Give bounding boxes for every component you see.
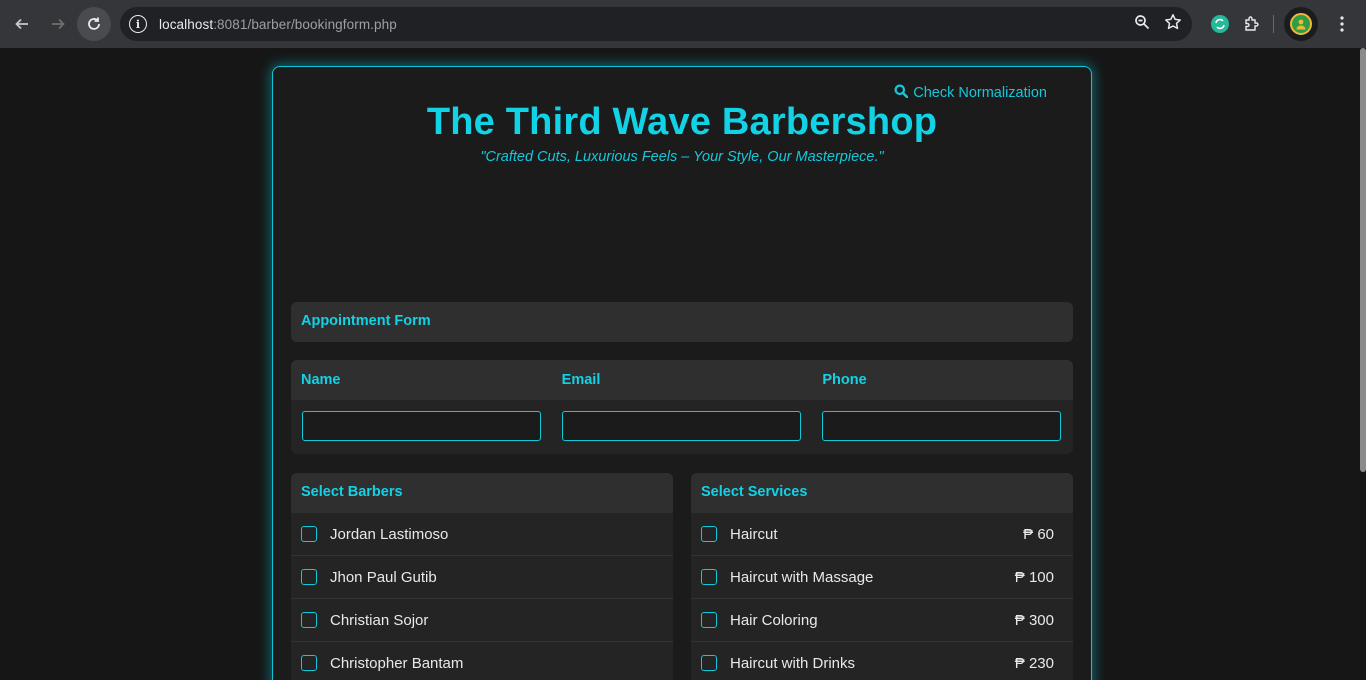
booking-card: Check Normalization The Third Wave Barbe… <box>272 66 1092 680</box>
barber-row[interactable]: Jhon Paul Gutib <box>291 556 673 599</box>
back-button[interactable] <box>8 10 36 38</box>
barber-checkbox[interactable] <box>301 526 317 542</box>
url-text[interactable]: localhost:8081/barber/bookingform.php <box>159 17 397 32</box>
service-name: Haircut with Massage <box>730 568 874 586</box>
barbers-header: Select Barbers <box>291 473 673 513</box>
barber-checkbox[interactable] <box>301 569 317 585</box>
email-input[interactable] <box>562 411 801 441</box>
page-title: The Third Wave Barbershop <box>426 101 938 143</box>
barber-row[interactable]: Christian Sojor <box>291 599 673 642</box>
toolbar-divider <box>1273 15 1274 33</box>
service-row[interactable]: Haircut ₱ 60 <box>691 513 1073 556</box>
service-checkbox[interactable] <box>701 612 717 628</box>
barber-name: Jhon Paul Gutib <box>330 568 437 586</box>
bookmark-star-icon[interactable] <box>1164 13 1182 35</box>
service-checkbox[interactable] <box>701 526 717 542</box>
services-panel: Select Services Haircut ₱ 60 Haircut wit… <box>691 473 1073 680</box>
site-info-icon[interactable]: i <box>129 15 147 33</box>
service-name: Haircut with Drinks <box>730 654 856 672</box>
service-price: ₱ 60 <box>1023 525 1054 543</box>
check-normalization-link[interactable]: Check Normalization <box>894 84 1047 102</box>
phone-input[interactable] <box>822 411 1061 441</box>
barber-checkbox[interactable] <box>301 612 317 628</box>
barber-row[interactable]: Christopher Bantam <box>291 642 673 680</box>
email-label: Email <box>561 372 601 388</box>
check-normalization-label[interactable]: Check Normalization <box>913 85 1047 101</box>
service-row[interactable]: Haircut with Massage ₱ 100 <box>691 556 1073 599</box>
profile-avatar[interactable] <box>1284 7 1318 41</box>
page-viewport: Check Normalization The Third Wave Barbe… <box>0 48 1366 680</box>
browser-toolbar: i localhost:8081/barber/bookingform.php <box>0 0 1366 48</box>
contact-fields-panel: Name Email Phone <box>291 360 1073 454</box>
barbers-panel: Select Barbers Jordan Lastimoso Jhon Pau… <box>291 473 673 680</box>
service-checkbox[interactable] <box>701 655 717 671</box>
service-price: ₱ 300 <box>1014 611 1054 629</box>
service-price: ₱ 100 <box>1014 568 1054 586</box>
page-scrollbar[interactable] <box>1360 48 1366 472</box>
appointment-form-header: Appointment Form <box>291 302 1073 342</box>
barber-name: Jordan Lastimoso <box>330 525 449 543</box>
services-header: Select Services <box>691 473 1073 513</box>
service-row[interactable]: Haircut with Drinks ₱ 230 <box>691 642 1073 680</box>
tagline: "Crafted Cuts, Luxurious Feels – Your St… <box>480 149 884 165</box>
extensions-puzzle-icon[interactable] <box>1241 13 1263 35</box>
reload-button[interactable] <box>77 7 111 41</box>
barber-name: Christopher Bantam <box>330 654 464 672</box>
phone-label: Phone <box>822 372 867 388</box>
extension-sync-icon[interactable] <box>1209 13 1231 35</box>
service-price: ₱ 230 <box>1014 654 1054 672</box>
name-input[interactable] <box>302 411 541 441</box>
menu-kebab-icon[interactable] <box>1328 10 1356 38</box>
barber-row[interactable]: Jordan Lastimoso <box>291 513 673 556</box>
forward-button[interactable] <box>44 10 72 38</box>
name-label: Name <box>301 372 341 388</box>
search-icon <box>894 84 909 102</box>
barber-checkbox[interactable] <box>301 655 317 671</box>
service-checkbox[interactable] <box>701 569 717 585</box>
service-name: Haircut <box>730 525 778 543</box>
service-row[interactable]: Hair Coloring ₱ 300 <box>691 599 1073 642</box>
address-bar[interactable]: i localhost:8081/barber/bookingform.php <box>120 7 1192 41</box>
service-name: Hair Coloring <box>730 611 818 629</box>
zoom-icon[interactable] <box>1134 14 1150 34</box>
barber-name: Christian Sojor <box>330 611 429 629</box>
